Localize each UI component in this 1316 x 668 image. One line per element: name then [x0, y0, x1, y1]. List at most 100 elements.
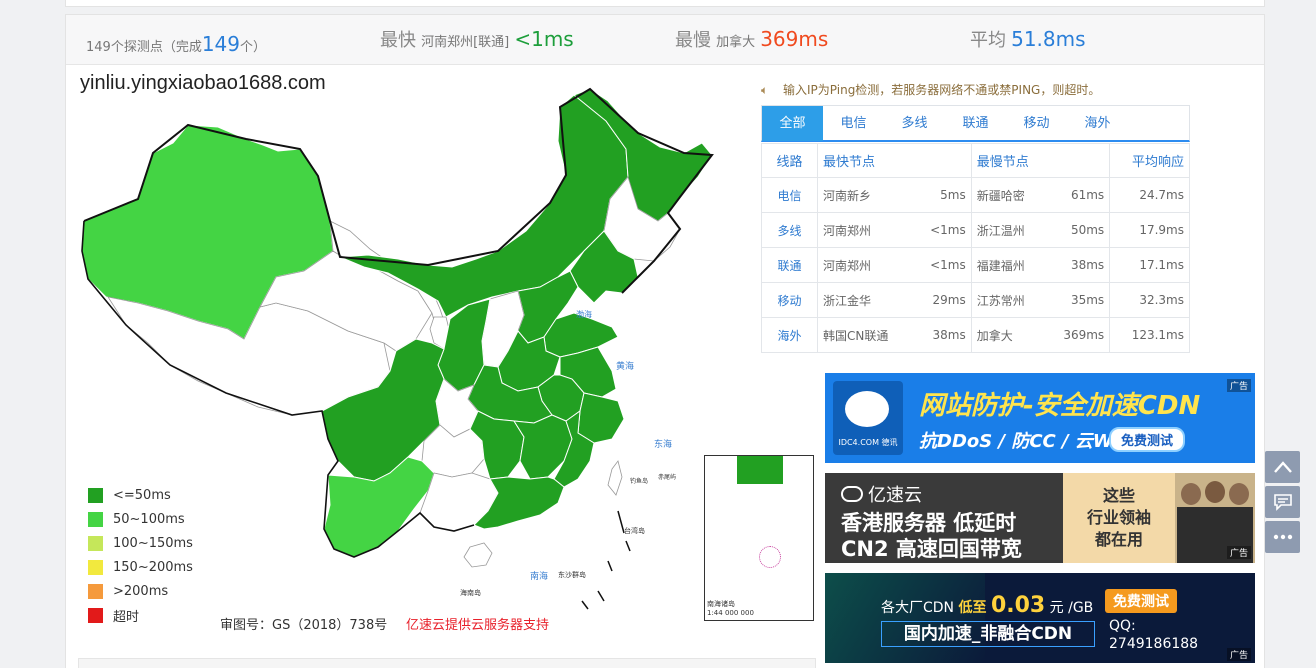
row-fast-node: 韩国CN联通 [817, 317, 914, 353]
average-stat: 平均 51.8ms [970, 26, 1086, 52]
ad3-low: 低至 [958, 600, 987, 616]
isp-tabs: 全部 电信 多线 联通 移动 海外 [761, 105, 1190, 142]
row-average: 17.9ms [1109, 212, 1190, 248]
row-fast-node: 河南郑州 [817, 212, 914, 248]
header-fastest: 最快节点 [817, 143, 972, 178]
ad1-free-test-button[interactable]: 免费测试 [1109, 427, 1186, 452]
row-isp[interactable]: 联通 [761, 247, 818, 283]
back-to-top-button[interactable] [1265, 451, 1300, 483]
row-isp[interactable]: 海外 [761, 317, 818, 353]
row-isp[interactable]: 电信 [761, 177, 818, 213]
row-slow-ms: 61ms [1044, 177, 1111, 213]
ad3-text1: 各大厂CDN [881, 600, 955, 616]
table-row: 电信 河南新乡 5ms 新疆哈密 61ms 24.7ms [761, 177, 1190, 213]
table-row: 多线 河南郑州 <1ms 浙江温州 50ms 17.9ms [761, 212, 1190, 248]
legend-item: 50~100ms [88, 507, 193, 531]
row-fast-node: 河南新乡 [817, 177, 914, 213]
ad1-logo-text: IDC4.COM 德讯 [838, 438, 898, 447]
tab-telecom[interactable]: 电信 [823, 106, 884, 141]
probe-count: 149个探测点（完成149个） [86, 32, 266, 56]
row-fast-ms: <1ms [913, 212, 972, 248]
ad3-aurora [825, 573, 985, 663]
label-bohai: 渤海 [576, 309, 592, 319]
ad3-free-test-button[interactable]: 免费测试 [1105, 589, 1177, 613]
table-row: 移动 浙江金华 29ms 江苏常州 35ms 32.3ms [761, 282, 1190, 318]
tab-multiline[interactable]: 多线 [884, 106, 945, 141]
ad3-qq: QQ: 2749186188 [1109, 617, 1198, 653]
tab-mobile[interactable]: 移动 [1006, 106, 1067, 141]
label-dongsha: 东沙群岛 [558, 570, 586, 579]
row-slow-ms: 35ms [1044, 282, 1111, 318]
legend-item: 100~150ms [88, 531, 193, 555]
ad1-subtitle: 抗DDoS / 防CC / 云WAF [919, 431, 1139, 452]
ad3-unit: 元 /GB [1049, 600, 1094, 616]
probe-suffix: 个） [240, 40, 267, 55]
notice-text: 输入IP为Ping检测，若服务器网络不通或禁PING，则超时。 [783, 83, 1101, 97]
legend-label: 100~150ms [113, 535, 193, 551]
legend-label: 超时 [113, 609, 140, 625]
provider-link[interactable]: 亿速云提供云服务器支持 [406, 614, 549, 633]
row-average: 17.1ms [1109, 247, 1190, 283]
ad-cdn-protection[interactable]: IDC4.COM 德讯 网站防护-安全加速CDN 抗DDoS / 防CC / 云… [825, 373, 1255, 463]
row-isp[interactable]: 移动 [761, 282, 818, 318]
avatar [1229, 483, 1249, 505]
legend-swatch [88, 487, 103, 503]
tab-overseas[interactable]: 海外 [1067, 106, 1128, 141]
fastest-label: 最快 [380, 30, 416, 51]
label-chiwei: 赤尾屿 [658, 473, 676, 481]
row-slow-ms: 369ms [1044, 317, 1111, 353]
label-diaoyu: 钓鱼岛 [630, 477, 648, 485]
table-row: 联通 河南郑州 <1ms 福建福州 38ms 17.1ms [761, 247, 1190, 283]
ad1-title: 网站防护-安全加速CDN [919, 391, 1201, 421]
ad-cdn-pricing[interactable]: 各大厂CDN 低至 0.03 元 /GB 国内加速_非融合CDN 免费测试 QQ… [825, 573, 1255, 663]
more-dots-icon [1273, 534, 1292, 540]
ad2-side-text: 这些 行业领袖 都在用 [1086, 486, 1151, 549]
probe-prefix: 149个探测点（完成 [86, 40, 202, 55]
average-label: 平均 [970, 30, 1006, 51]
row-slow-node: 福建福州 [970, 247, 1045, 283]
region-zhejiang[interactable] [577, 392, 625, 444]
tab-all[interactable]: 全部 [762, 106, 823, 141]
legend-swatch [88, 559, 103, 575]
region-hainan[interactable] [463, 542, 493, 568]
ad2-tag: 广告 [1226, 546, 1251, 559]
label-east-sea: 东海 [654, 438, 672, 450]
label-yellow-sea: 黄海 [616, 360, 634, 372]
ad1-tag: 广告 [1226, 379, 1251, 392]
row-isp[interactable]: 多线 [761, 212, 818, 248]
tab-unicom[interactable]: 联通 [945, 106, 1006, 141]
feedback-button[interactable] [1265, 486, 1300, 518]
inset-title: 南海诸岛 [707, 600, 735, 608]
isp-summary-table: 线路 最快节点 最慢节点 平均响应 电信 河南新乡 5ms 新疆哈密 61ms … [761, 143, 1190, 353]
legend-item: 超时 [88, 603, 193, 627]
ad2-brand-text: 亿速云 [868, 485, 922, 506]
label-south-sea: 南海 [530, 570, 548, 582]
ad3-price: 0.03 [990, 593, 1046, 618]
latency-legend: <=50ms 50~100ms 100~150ms 150~200ms >200… [88, 483, 193, 627]
ad3-price-line: 各大厂CDN 低至 0.03 元 /GB [881, 593, 1093, 618]
row-fast-ms: 38ms [913, 317, 972, 353]
stats-bar: 149个探测点（完成149个） 最快 河南郑州[联通] <1ms 最慢 加拿大 … [66, 15, 1264, 65]
label-taiwan: 台湾岛 [624, 526, 645, 535]
region-shandong[interactable] [543, 312, 619, 358]
south-china-sea-inset: 南海诸岛 1:44 000 000 [704, 455, 814, 621]
inset-caption: 南海诸岛 1:44 000 000 [707, 600, 754, 618]
row-slow-ms: 38ms [1044, 247, 1111, 283]
ad3-qq-label: QQ: [1109, 618, 1136, 634]
ad3-qq-number: 2749186188 [1109, 636, 1199, 652]
legend-item: >200ms [88, 579, 193, 603]
slowest-value: 369ms [760, 27, 829, 51]
row-average: 24.7ms [1109, 177, 1190, 213]
probe-number: 149 [201, 32, 241, 56]
top-strip [65, 0, 1265, 7]
table-row: 海外 韩国CN联通 38ms 加拿大 369ms 123.1ms [761, 317, 1190, 353]
ad-yisu-hk-server[interactable]: 亿速云 香港服务器 低延时 CN2 高速回国带宽 这些 行业领袖 都在用 广告 [825, 473, 1255, 563]
slowest-label: 最慢 [675, 30, 711, 51]
eagle-icon [845, 391, 889, 427]
row-slow-ms: 50ms [1044, 212, 1111, 248]
legend-label: 50~100ms [113, 511, 185, 527]
inset-islands [759, 546, 781, 568]
region-taiwan[interactable] [607, 460, 623, 496]
header-average: 平均响应 [1109, 143, 1190, 178]
more-button[interactable] [1265, 521, 1300, 553]
